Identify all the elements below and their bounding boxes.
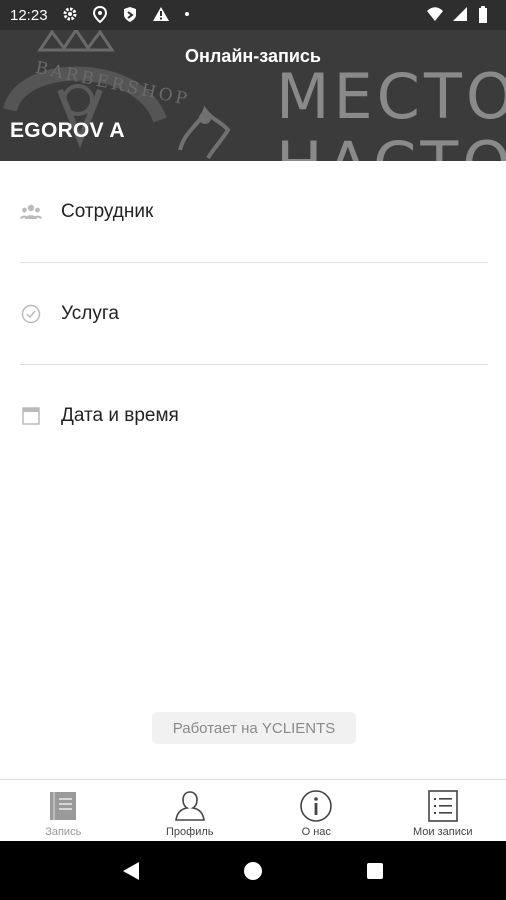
calendar-icon xyxy=(20,405,42,427)
menu-item-datetime[interactable]: Дата и время xyxy=(0,365,506,467)
warning-icon xyxy=(152,6,170,24)
nav-label: Мои записи xyxy=(412,826,473,838)
nav-label: Профиль xyxy=(166,826,214,838)
banner-slogan-line2: НАСТОЯЩ xyxy=(276,128,506,161)
list-icon xyxy=(425,788,461,824)
battery-icon xyxy=(478,6,496,24)
staff-icon xyxy=(20,201,42,223)
status-icons-left xyxy=(62,5,200,24)
nav-item-profile[interactable]: Профиль xyxy=(127,780,254,841)
home-icon[interactable] xyxy=(238,856,268,886)
wifi-icon xyxy=(426,6,444,24)
location-pin-icon xyxy=(92,5,110,24)
powered-by-badge[interactable]: Работает на YCLIENTS xyxy=(152,712,356,744)
shield-icon xyxy=(122,6,140,24)
status-icons-right xyxy=(426,6,496,24)
nav-label: Запись xyxy=(45,826,82,838)
system-navigation-bar xyxy=(0,841,506,900)
recents-icon[interactable] xyxy=(360,856,390,886)
booking-icon xyxy=(45,788,81,824)
nav-item-about[interactable]: О нас xyxy=(253,780,380,841)
status-time: 12:23 xyxy=(10,6,48,24)
banner-slogan-line1: МЕСТО Д xyxy=(276,60,506,133)
menu-item-label: Сотрудник xyxy=(61,201,154,222)
profile-icon xyxy=(172,788,208,824)
header-banner: BARBERSHOP МЕСТО Д НАСТОЯЩ Онлайн-запись… xyxy=(0,30,506,161)
settings-icon xyxy=(62,6,80,24)
company-name: EGOROV A xyxy=(10,119,125,142)
status-bar: 12:23 xyxy=(0,0,506,30)
signal-icon xyxy=(452,6,470,24)
menu-item-label: Дата и время xyxy=(61,405,179,426)
check-circle-icon xyxy=(20,303,42,325)
page-title: Онлайн-запись xyxy=(185,46,321,66)
nav-label: О нас xyxy=(301,826,331,838)
back-icon[interactable] xyxy=(116,856,146,886)
menu-item-label: Услуга xyxy=(61,303,119,324)
nav-item-booking[interactable]: Запись xyxy=(0,780,127,841)
menu-item-staff[interactable]: Сотрудник xyxy=(0,161,506,263)
booking-menu: Сотрудник Услуга Дата и время xyxy=(0,161,506,467)
info-icon xyxy=(298,788,334,824)
nav-item-my-bookings[interactable]: Мои записи xyxy=(380,780,506,841)
bottom-navigation: Запись Профиль О нас Мои записи xyxy=(0,779,506,841)
menu-item-service[interactable]: Услуга xyxy=(0,263,506,365)
dot-icon xyxy=(182,6,200,24)
